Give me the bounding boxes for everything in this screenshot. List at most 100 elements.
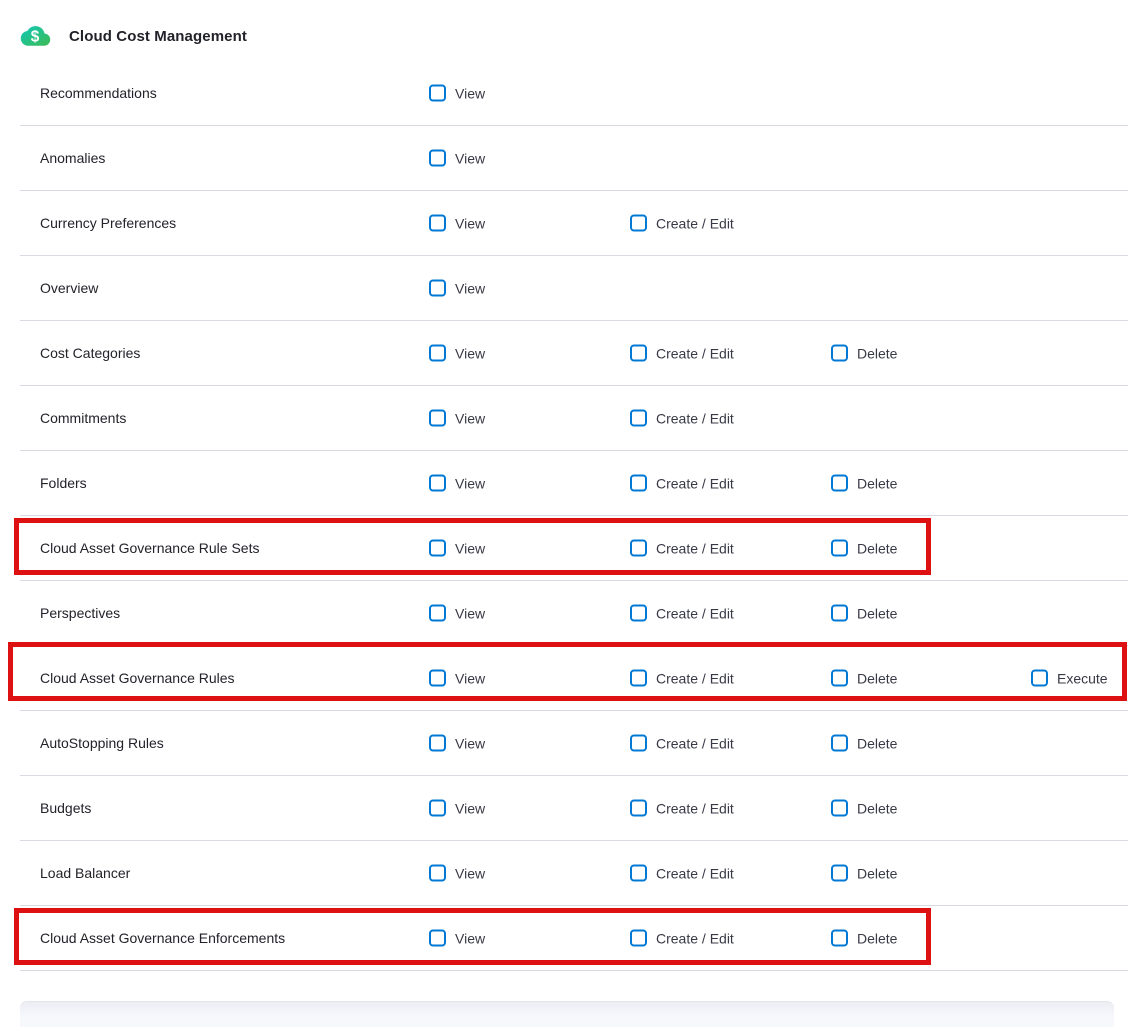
resource-label: Recommendations [40,85,157,101]
permission-label: Create / Edit [656,345,734,361]
create-edit-checkbox[interactable] [630,345,647,362]
view-checkbox[interactable] [429,345,446,362]
permission-label: View [455,215,485,231]
delete-checkbox[interactable] [831,930,848,947]
permission-cell: View [429,540,485,557]
resource-label: Budgets [40,800,91,816]
create-edit-checkbox[interactable] [630,410,647,427]
permission-row: Load Balancer View Create / Edit Delete [20,841,1128,906]
section-header: $ Cloud Cost Management [0,0,1134,61]
permission-label: Delete [857,670,897,686]
permission-label: Create / Edit [656,735,734,751]
permission-label: Delete [857,345,897,361]
create-edit-checkbox[interactable] [630,735,647,752]
permission-label: Create / Edit [656,930,734,946]
view-checkbox[interactable] [429,735,446,752]
permission-cell: View [429,410,485,427]
create-edit-checkbox[interactable] [630,475,647,492]
create-edit-checkbox[interactable] [630,930,647,947]
resource-label: Anomalies [40,150,105,166]
permission-row: Cost Categories View Create / Edit Delet… [20,321,1128,386]
view-checkbox[interactable] [429,280,446,297]
permission-label: View [455,85,485,101]
permission-label: Delete [857,605,897,621]
resource-label: Cost Categories [40,345,140,361]
permission-label: Create / Edit [656,540,734,556]
permission-cell: Create / Edit [630,215,734,232]
delete-checkbox[interactable] [831,735,848,752]
view-checkbox[interactable] [429,410,446,427]
delete-checkbox[interactable] [831,540,848,557]
view-checkbox[interactable] [429,865,446,882]
permission-row: Budgets View Create / Edit Delete [20,776,1128,841]
permission-cell: Delete [831,345,897,362]
permission-cell: View [429,345,485,362]
resource-label: Cloud Asset Governance Rule Sets [40,540,259,556]
delete-checkbox[interactable] [831,475,848,492]
create-edit-checkbox[interactable] [630,215,647,232]
view-checkbox[interactable] [429,475,446,492]
permission-cell: Create / Edit [630,800,734,817]
permission-cell: Create / Edit [630,670,734,687]
permissions-page: $ Cloud Cost Management Recommendations … [0,0,1134,1027]
permission-cell: Create / Edit [630,865,734,882]
resource-label: Load Balancer [40,865,130,881]
permission-cell: Create / Edit [630,475,734,492]
permission-cell: Create / Edit [630,410,734,427]
delete-checkbox[interactable] [831,345,848,362]
permission-cell: Delete [831,670,897,687]
permission-cell: View [429,735,485,752]
permission-cell: View [429,475,485,492]
delete-checkbox[interactable] [831,800,848,817]
create-edit-checkbox[interactable] [630,800,647,817]
permission-label: View [455,605,485,621]
permission-cell: Delete [831,735,897,752]
resource-label: Folders [40,475,87,491]
permission-cell: View [429,85,485,102]
execute-checkbox[interactable] [1031,670,1048,687]
permission-label: Create / Edit [656,410,734,426]
delete-checkbox[interactable] [831,670,848,687]
view-checkbox[interactable] [429,930,446,947]
permission-cell: View [429,865,485,882]
permission-row: Cloud Asset Governance Rule Sets View Cr… [20,516,1128,581]
view-checkbox[interactable] [429,540,446,557]
view-checkbox[interactable] [429,150,446,167]
delete-checkbox[interactable] [831,605,848,622]
permission-label: View [455,280,485,296]
create-edit-checkbox[interactable] [630,540,647,557]
resource-label: Cloud Asset Governance Rules [40,670,235,686]
view-checkbox[interactable] [429,670,446,687]
permission-label: Delete [857,475,897,491]
permission-label: Delete [857,735,897,751]
permission-label: Delete [857,800,897,816]
permission-label: Create / Edit [656,475,734,491]
view-checkbox[interactable] [429,85,446,102]
view-checkbox[interactable] [429,800,446,817]
permission-row: Folders View Create / Edit Delete [20,451,1128,516]
permission-label: View [455,800,485,816]
delete-checkbox[interactable] [831,865,848,882]
view-checkbox[interactable] [429,215,446,232]
page-title: Cloud Cost Management [69,28,247,45]
create-edit-checkbox[interactable] [630,865,647,882]
next-section-band [20,1001,1114,1027]
resource-label: AutoStopping Rules [40,735,164,751]
create-edit-checkbox[interactable] [630,670,647,687]
permission-label: Create / Edit [656,800,734,816]
svg-text:$: $ [31,28,40,45]
permission-label: View [455,150,485,166]
resource-label: Currency Preferences [40,215,176,231]
permission-label: View [455,410,485,426]
permission-cell: View [429,605,485,622]
view-checkbox[interactable] [429,605,446,622]
create-edit-checkbox[interactable] [630,605,647,622]
permission-row: Commitments View Create / Edit [20,386,1128,451]
permission-cell: Create / Edit [630,345,734,362]
permission-label: Delete [857,540,897,556]
permission-label: Execute [1057,670,1108,686]
permission-row: Currency Preferences View Create / Edit [20,191,1128,256]
resource-label: Commitments [40,410,126,426]
permission-row: Recommendations View [20,61,1128,126]
permission-label: View [455,930,485,946]
